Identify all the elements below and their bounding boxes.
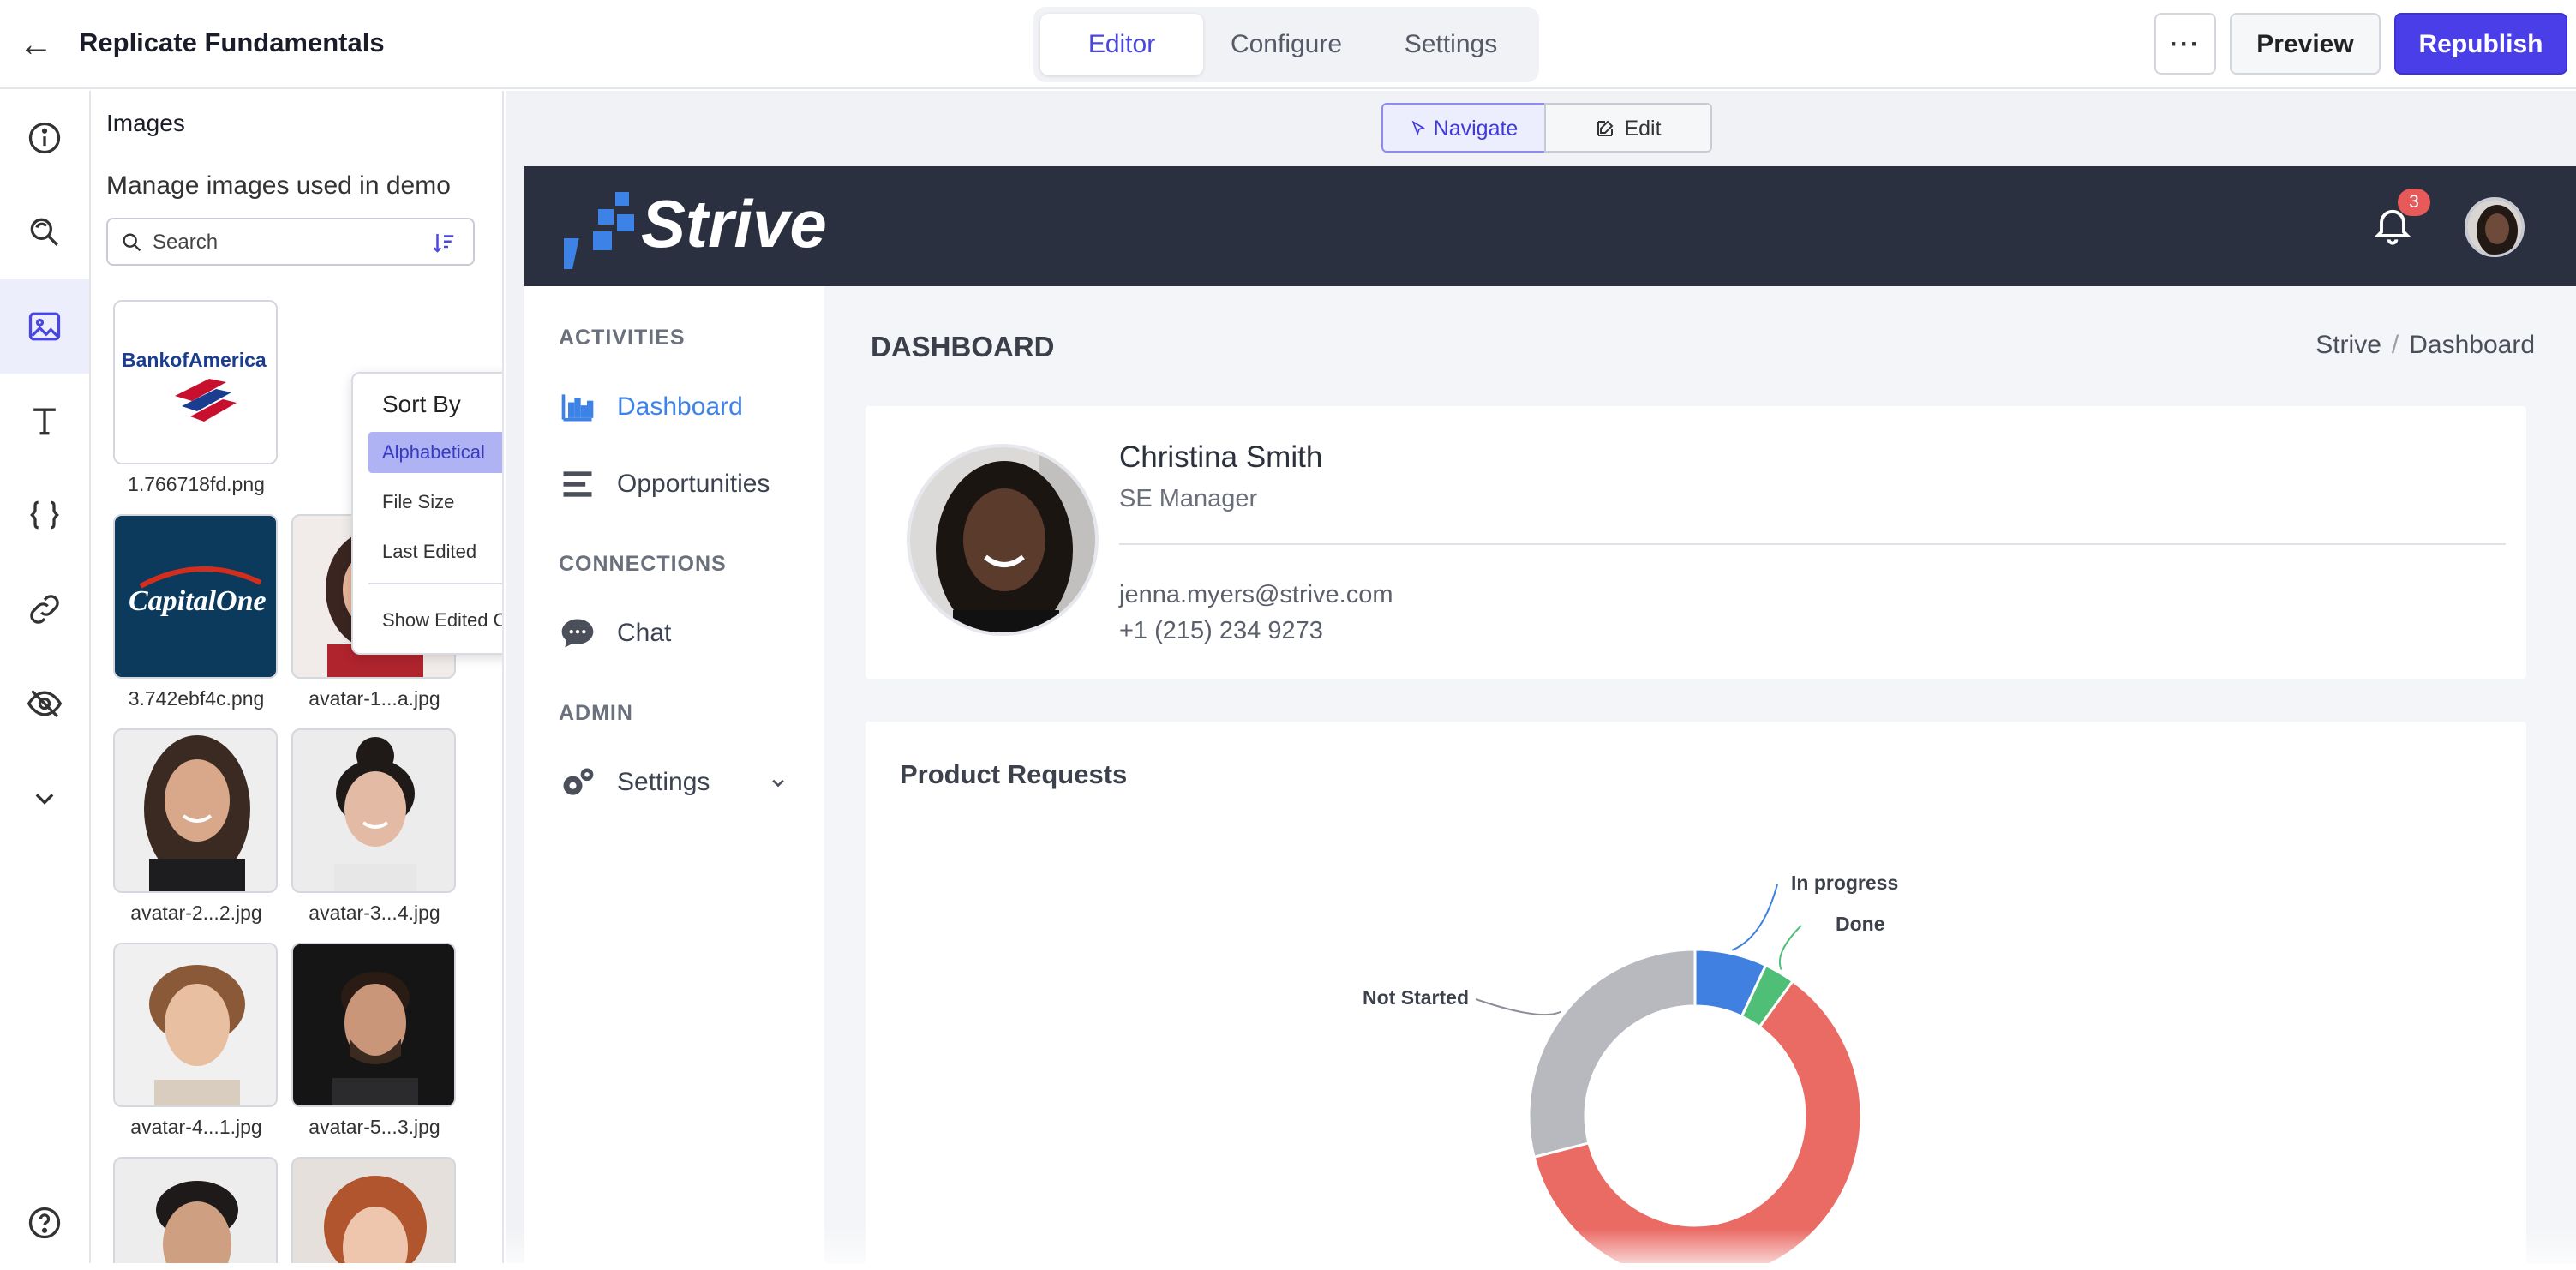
nav-dashboard[interactable]: Dashboard [559,386,743,428]
navigate-edit-toggle: Navigate Edit [1381,103,1712,153]
sort-option-file-size[interactable]: File Size [368,482,502,523]
bottom-fade [506,1229,2576,1263]
demo-app: Strive 3 ACTIVITIES Dashboard Opportunit… [524,166,2576,1263]
thumbnail-avatar-2[interactable] [113,728,278,893]
profile-role: SE Manager [1119,485,1258,512]
donut-label-line [1778,925,1802,970]
profile-photo [907,444,1099,636]
thumbnail-caption: avatar-3...4.jpg [309,902,440,924]
eye-off-icon[interactable] [0,656,89,751]
list-lines-icon [563,471,592,497]
thumbnail-caption: avatar-2...2.jpg [130,902,262,924]
info-icon[interactable] [0,91,89,185]
brand-name: Strive [641,186,827,261]
top-bar: ← Replicate Fundamentals Editor Configur… [0,0,2576,89]
preview-stage: Navigate Edit Strive 3 ACTIVITIES Dashbo… [506,91,2576,1263]
donut-slice[interactable] [1527,948,1697,1159]
breadcrumb-home[interactable]: Strive [2315,331,2381,359]
panel-title: Images [106,110,185,136]
help-icon[interactable] [0,1176,89,1270]
search-placeholder: Search [153,231,219,254]
edit-button[interactable]: Edit [1544,103,1712,153]
sort-option-last-edited[interactable]: Last Edited [368,531,502,572]
section-activities: ACTIVITIES [559,326,686,350]
nav-opportunities[interactable]: Opportunities [559,463,770,506]
thumbnail-avatar-4[interactable] [113,943,278,1107]
link-icon[interactable] [0,562,89,656]
breadcrumb: Strive / Dashboard [2315,331,2535,360]
breadcrumb-separator: / [2391,331,2399,359]
images-panel: Images Manage images used in demo Search… [93,91,504,1263]
mode-tabs: Editor Configure Settings [1033,7,1539,82]
tab-configure[interactable]: Configure [1205,14,1368,75]
thumbnail-bank-of-america[interactable]: BankofAmerica [113,300,278,464]
donut-label-line [1731,884,1778,951]
breadcrumb-current: Dashboard [2409,331,2535,359]
search-input[interactable]: Search [106,218,475,266]
donut-label: Done [1836,913,1885,935]
navigate-button[interactable]: Navigate [1381,103,1546,153]
thumbnail-avatar-5[interactable] [291,943,456,1107]
product-requests-donut-chart: In progress Done Not Started [1363,872,1898,1263]
profile-email[interactable]: jenna.myers@strive.com [1119,581,1393,609]
profile-divider [1119,543,2506,545]
left-rail [0,91,91,1263]
strive-logo-icon [564,192,634,269]
back-arrow-icon[interactable]: ← [19,26,53,64]
tab-settings[interactable]: Settings [1369,14,1532,75]
panel-subtitle: Manage images used in demo [106,171,451,200]
user-avatar[interactable] [2465,197,2525,257]
republish-button[interactable]: Republish [2394,13,2567,75]
thumbnail-avatar-6[interactable] [113,1157,278,1263]
cursor-icon [1411,120,1425,136]
gears-icon [563,768,594,795]
app-header: Strive 3 [524,166,2576,286]
chevron-down-icon [772,779,784,788]
donut-label: Not Started [1363,986,1469,1009]
donut-label-line [1475,998,1561,1016]
more-options-button[interactable]: ··· [2154,13,2216,75]
sort-filter-icon[interactable] [430,230,458,255]
section-admin: ADMIN [559,701,633,725]
thumbnail-caption: avatar-4...1.jpg [130,1116,262,1138]
nav-settings[interactable]: Settings [559,761,790,804]
thumbnail-caption: avatar-1...a.jpg [309,687,440,710]
thumbnail-avatar-3[interactable] [291,728,456,893]
sort-option-alphabetical[interactable]: Alphabetical [368,432,502,473]
code-braces-icon[interactable] [0,468,89,562]
show-edited-only-option[interactable]: Show Edited Only [368,600,502,641]
chevron-down-icon[interactable] [0,751,89,845]
product-requests-card: Product Requests In progress Done Not Star… [866,722,2526,1263]
chat-bubble-icon [561,619,594,648]
search-refresh-icon[interactable] [0,185,89,279]
boa-logo-text: BankofAmerica [122,349,267,371]
preview-button[interactable]: Preview [2230,13,2381,75]
thumbnail-caption: 1.766718fd.png [128,473,265,495]
sort-by-heading: Sort By [382,391,461,417]
sort-dropdown: Sort By Alphabetical File Size Last Edit… [351,372,502,655]
tab-editor[interactable]: Editor [1040,14,1203,75]
thumbnail-avatar-7[interactable] [291,1157,456,1263]
app-sidebar: ACTIVITIES Dashboard Opportunities CONNE… [524,286,824,1263]
bar-chart-icon [561,394,594,422]
dashboard-main: DASHBOARD Strive / Dashboard Christina Smi… [824,286,2576,1263]
app-title: Replicate Fundamentals [79,27,385,57]
dropdown-divider [368,583,502,584]
image-icon[interactable] [0,279,89,374]
section-connections: CONNECTIONS [559,552,727,576]
capital-one-logo-text: CapitalOne [129,585,267,617]
search-icon [123,233,141,252]
page-title: DASHBOARD [871,331,1055,362]
thumbnail-capital-one[interactable]: CapitalOne [113,514,278,679]
notification-badge: 3 [2398,189,2430,216]
profile-card: Christina Smith SE Manager jenna.myers@s… [866,406,2526,679]
pencil-square-icon [1597,120,1614,136]
profile-phone[interactable]: +1 (215) 234 9273 [1119,617,1323,645]
donut-label: In progress [1791,872,1898,894]
thumbnail-caption: 3.742ebf4c.png [128,687,265,710]
text-icon[interactable] [0,374,89,468]
nav-chat[interactable]: Chat [559,612,671,655]
thumbnail-caption: avatar-5...3.jpg [309,1116,440,1138]
profile-name: Christina Smith [1119,440,1323,474]
